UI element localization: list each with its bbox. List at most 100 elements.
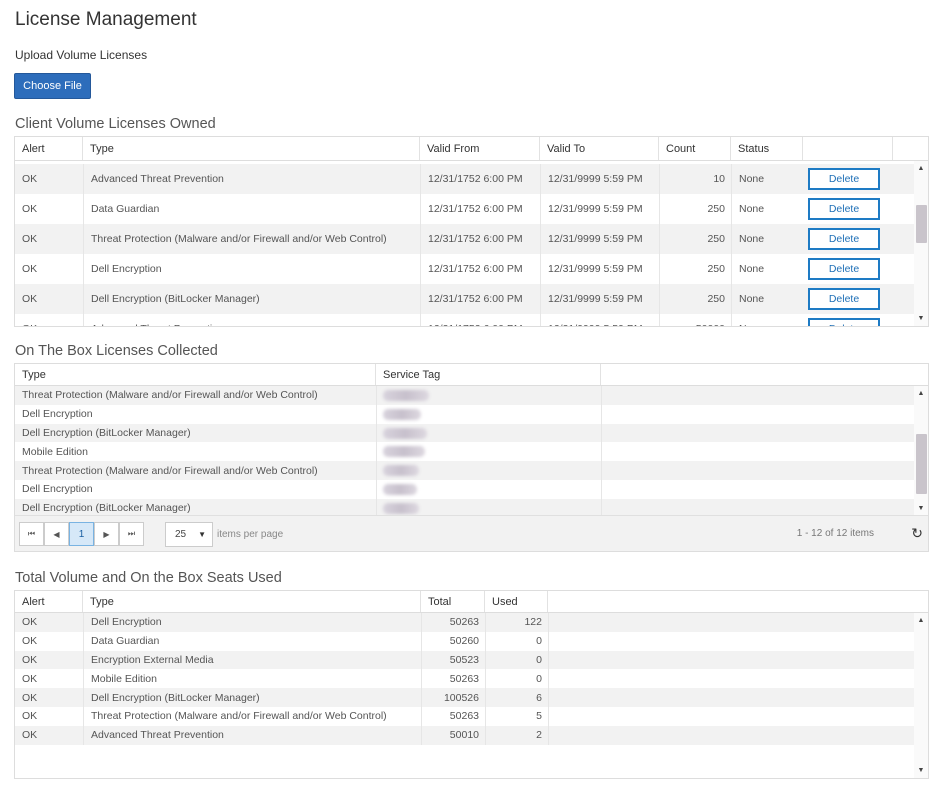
first-page-button[interactable]: ⏮ <box>19 522 44 546</box>
type-cell: Dell Encryption (BitLocker Manager) <box>83 284 420 314</box>
prev-page-button[interactable]: ◀ <box>44 522 69 546</box>
on-box-scrollbar[interactable]: ▲ ▼ <box>914 386 928 517</box>
scroll-up-icon[interactable]: ▲ <box>914 163 928 175</box>
col-type[interactable]: Type <box>83 137 420 160</box>
service-tag-redacted <box>383 427 427 439</box>
col-alert[interactable]: Alert <box>15 591 83 612</box>
refresh-icon[interactable]: ↻ <box>911 525 923 542</box>
col-used[interactable]: Used <box>485 591 548 612</box>
used-cell: 122 <box>485 613 548 632</box>
service-tag-redacted <box>383 446 425 458</box>
choose-file-button[interactable]: Choose File <box>14 73 91 99</box>
delete-button[interactable]: Delete <box>808 198 880 220</box>
valid-from-cell: 12/31/1752 6:00 PM <box>420 254 540 284</box>
used-cell: 5 <box>485 707 548 726</box>
col-scroll-spacer <box>893 137 928 160</box>
alert-cell: OK <box>22 203 38 215</box>
type-cell: Threat Protection (Malware and/or Firewa… <box>83 707 421 726</box>
alert-cell: OK <box>22 729 38 742</box>
spacer-cell <box>548 669 916 689</box>
type-cell: Data Guardian <box>83 631 421 651</box>
scroll-down-icon[interactable]: ▼ <box>914 503 928 515</box>
scroll-thumb[interactable] <box>916 205 927 243</box>
scroll-up-icon[interactable]: ▲ <box>914 388 928 400</box>
seats-grid: Alert Type Total Used OK Dell Encryption 5… <box>14 590 929 779</box>
count-cell: 10 <box>659 164 731 194</box>
used-cell: 0 <box>485 650 548 670</box>
type-cell: Advanced Threat Prevention <box>83 164 420 194</box>
service-tag-cell <box>376 423 601 443</box>
table-row: OK Advanced Threat Prevention 50010 2 <box>15 725 916 745</box>
count-cell: 250 <box>659 194 731 224</box>
type-cell: Advanced Threat Prevention <box>83 314 420 326</box>
service-tag-redacted <box>383 465 419 477</box>
delete-button[interactable]: Delete <box>808 258 880 280</box>
scroll-up-icon[interactable]: ▲ <box>914 615 928 627</box>
table-row: OK Threat Protection (Malware and/or Fire… <box>15 707 914 726</box>
next-page-button[interactable]: ▶ <box>94 522 119 546</box>
valid-to-cell: 12/31/9999 5:59 PM <box>540 194 659 224</box>
count-cell: 250 <box>659 254 731 284</box>
valid-to-cell: 12/31/9999 5:59 PM <box>540 164 659 194</box>
delete-button[interactable]: Delete <box>808 228 880 250</box>
table-row: OK Mobile Edition 50263 0 <box>15 669 916 689</box>
page-size-value: 25 <box>175 529 187 540</box>
type-cell: Threat Protection (Malware and/or Firewa… <box>22 389 318 402</box>
alert-cell: OK <box>22 635 38 648</box>
table-row: Mobile Edition <box>15 442 914 462</box>
service-tag-cell <box>376 461 601 480</box>
chevron-down-icon: ▼ <box>198 530 206 539</box>
service-tag-cell <box>376 442 601 462</box>
scroll-thumb[interactable] <box>916 434 927 494</box>
col-valid-from[interactable]: Valid From <box>420 137 540 160</box>
client-volume-grid: Alert Type Valid From Valid To Count Sta… <box>14 136 929 327</box>
valid-from-cell: 12/31/1752 6:00 PM <box>420 284 540 314</box>
spacer-cell <box>601 461 916 480</box>
total-cell: 50260 <box>421 631 485 651</box>
page-1-button[interactable]: 1 <box>69 522 94 546</box>
type-cell: Mobile Edition <box>22 445 88 458</box>
col-actions <box>803 137 893 160</box>
col-type[interactable]: Type <box>83 591 421 612</box>
col-service-tag[interactable]: Service Tag <box>376 364 601 385</box>
scroll-down-icon[interactable]: ▼ <box>914 313 928 325</box>
spacer-cell <box>548 631 916 651</box>
delete-button[interactable]: Delete <box>808 168 880 190</box>
col-valid-to[interactable]: Valid To <box>540 137 659 160</box>
last-page-button[interactable]: ⏭ <box>119 522 144 546</box>
total-cell: 50523 <box>421 650 485 670</box>
service-tag-redacted <box>383 390 429 401</box>
col-type[interactable]: Type <box>15 364 376 385</box>
col-status[interactable]: Status <box>731 137 803 160</box>
client-volume-scrollbar[interactable]: ▲ ▼ <box>914 161 928 326</box>
seats-title: Total Volume and On the Box Seats Used <box>15 570 282 586</box>
table-row: OK Dell Encryption (BitLocker Manager) 100… <box>15 688 914 707</box>
table-row: Dell Encryption (BitLocker Manager) <box>15 423 914 443</box>
spacer-cell <box>601 386 916 405</box>
alert-cell: OK <box>22 616 38 629</box>
on-box-grid: Type Service Tag Threat Protection (Malw… <box>14 363 929 552</box>
total-cell: 50263 <box>421 669 485 689</box>
delete-button[interactable]: Delete <box>808 288 880 310</box>
delete-button[interactable]: Delete <box>808 318 880 326</box>
spacer-cell <box>548 725 916 745</box>
count-cell: 250 <box>659 284 731 314</box>
spacer-cell <box>548 707 916 726</box>
type-cell: Threat Protection (Malware and/or Firewa… <box>83 224 420 254</box>
used-cell: 0 <box>485 669 548 689</box>
page-title: License Management <box>15 9 197 30</box>
table-row: OK Data Guardian 12/31/1752 6:00 PM 12/31/9… <box>15 194 914 224</box>
alert-cell: OK <box>22 653 38 666</box>
table-row: OK Threat Protection (Malware and/or Fire… <box>15 224 914 254</box>
table-row: OK Dell Encryption 12/31/1752 6:00 PM 12/31… <box>15 254 914 284</box>
col-alert[interactable]: Alert <box>15 137 83 160</box>
page-size-select[interactable]: 25 ▼ <box>165 522 213 547</box>
col-spacer <box>601 364 928 385</box>
col-total[interactable]: Total <box>421 591 485 612</box>
seats-scrollbar[interactable]: ▲ ▼ <box>914 613 928 778</box>
used-cell: 6 <box>485 688 548 707</box>
valid-from-cell: 12/31/1752 6:00 PM <box>420 164 540 194</box>
items-per-page-label: items per page <box>217 529 284 540</box>
scroll-down-icon[interactable]: ▼ <box>914 765 928 777</box>
col-count[interactable]: Count <box>659 137 731 160</box>
